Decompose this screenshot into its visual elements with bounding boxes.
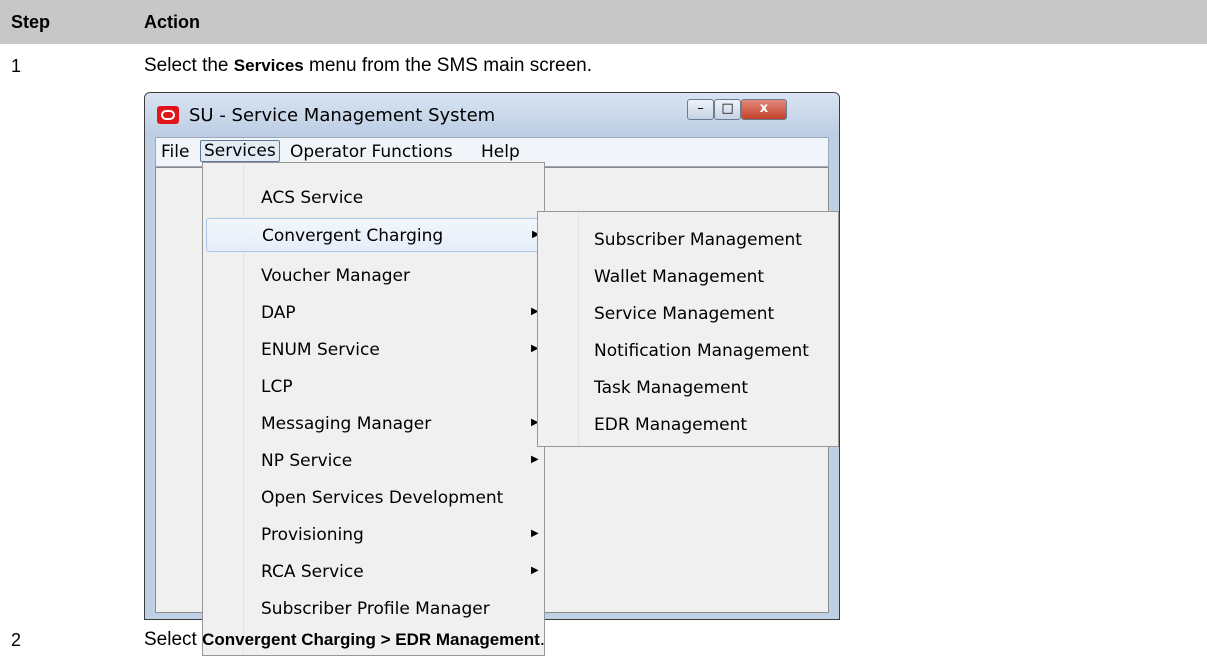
submenu-item-wallet-management[interactable]: Wallet Management — [541, 259, 835, 296]
step-column-header: Step — [11, 12, 51, 32]
menu-item-np-service[interactable]: NP Service ▶ — [206, 444, 542, 478]
services-dropdown: ACS Service Convergent Charging ▶ Vouche… — [202, 162, 545, 656]
close-button[interactable]: x — [741, 99, 787, 120]
menu-item-lcp[interactable]: LCP — [206, 370, 542, 404]
menu-item-rca-service[interactable]: RCA Service ▶ — [206, 555, 542, 589]
action-column-header: Action — [144, 12, 200, 32]
menu-help[interactable]: Help — [481, 142, 520, 162]
submenu-arrow-icon: ▶ — [531, 454, 539, 465]
submenu-item-service-management[interactable]: Service Management — [541, 296, 835, 333]
menu-item-open-services-development[interactable]: Open Services Development — [206, 481, 542, 515]
table-header: Step Action — [0, 0, 1207, 44]
step-action-text: Select Convergent Charging > EDR Managem… — [144, 629, 546, 650]
menu-item-messaging-manager[interactable]: Messaging Manager ▶ — [206, 407, 542, 441]
submenu-arrow-icon: ▶ — [531, 565, 539, 576]
window-caption-buttons: – □ x — [687, 99, 829, 121]
menu-file[interactable]: File — [161, 142, 189, 162]
window-titlebar: SU - Service Management System – □ x — [145, 93, 839, 137]
menu-item-provisioning[interactable]: Provisioning ▶ — [206, 518, 542, 552]
submenu-item-edr-management[interactable]: EDR Management — [541, 407, 835, 444]
menu-item-convergent-charging[interactable]: Convergent Charging ▶ — [206, 218, 542, 252]
submenu-item-notification-management[interactable]: Notification Management — [541, 333, 835, 370]
menu-item-dap[interactable]: DAP ▶ — [206, 296, 542, 330]
oracle-logo-icon — [157, 106, 179, 124]
submenu-item-task-management[interactable]: Task Management — [541, 370, 835, 407]
step-number: 1 — [11, 56, 22, 76]
submenu-arrow-icon: ▶ — [531, 528, 539, 539]
menu-item-voucher-manager[interactable]: Voucher Manager — [206, 259, 542, 293]
convergent-charging-submenu: Subscriber Management Wallet Management … — [537, 211, 839, 447]
window-title: SU - Service Management System — [189, 105, 496, 126]
step-action-text: Select the Services menu from the SMS ma… — [144, 55, 593, 76]
step-number: 2 — [11, 630, 22, 650]
menu-operator-functions[interactable]: Operator Functions — [290, 142, 453, 162]
maximize-button[interactable]: □ — [714, 99, 741, 120]
submenu-item-subscriber-management[interactable]: Subscriber Management — [541, 222, 835, 259]
menu-item-subscriber-profile-manager[interactable]: Subscriber Profile Manager — [206, 592, 542, 626]
minimize-button[interactable]: – — [687, 99, 714, 120]
menu-services[interactable]: Services — [200, 140, 280, 162]
menu-item-acs-service[interactable]: ACS Service — [206, 181, 542, 215]
menu-item-enum-service[interactable]: ENUM Service ▶ — [206, 333, 542, 367]
